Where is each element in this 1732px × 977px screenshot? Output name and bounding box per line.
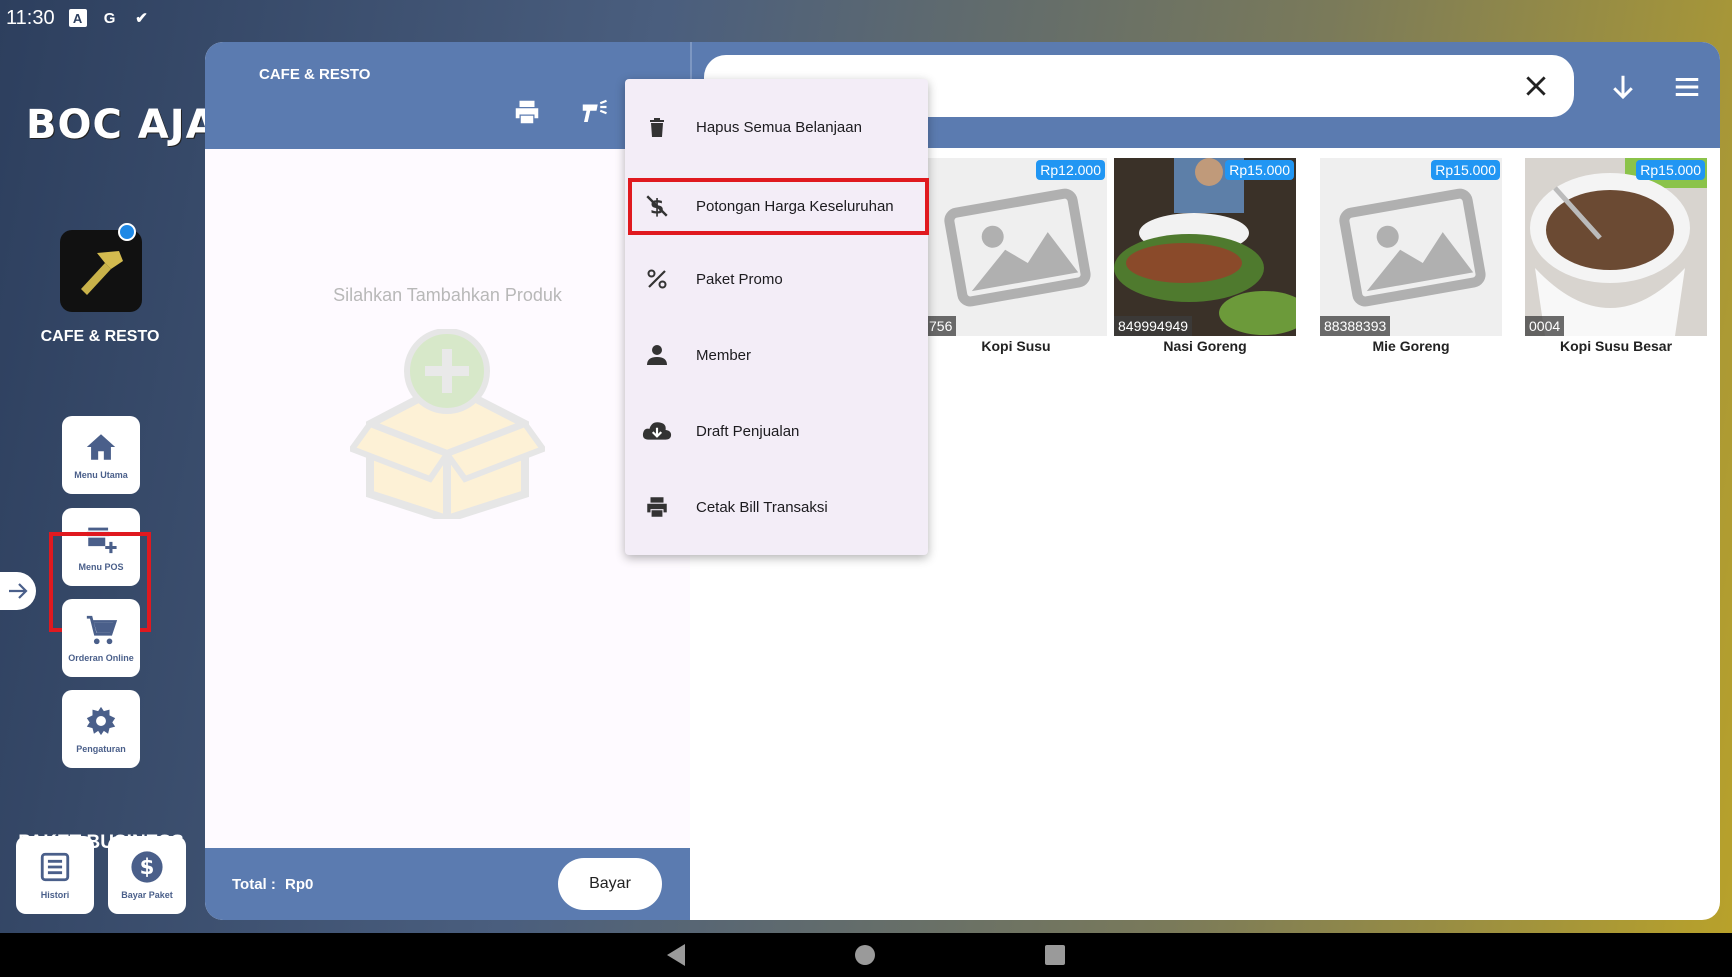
menu-item-hapus-semua-belanjaan[interactable]: Hapus Semua Belanjaan (625, 97, 928, 157)
menu-item-label: Hapus Semua Belanjaan (696, 118, 862, 136)
recent-apps-icon[interactable] (1045, 945, 1065, 965)
arrow-right-icon (9, 583, 28, 599)
product-code: 88388393 (1320, 316, 1391, 336)
arrow-down-icon[interactable] (1608, 72, 1638, 102)
sidebar-item-label: Bayar Paket (121, 890, 173, 900)
store-avatar[interactable] (60, 230, 142, 312)
product-name: Nasi Goreng (1163, 338, 1247, 354)
product-card[interactable]: Rp15.000 88388393 Mie Goreng (1320, 158, 1502, 354)
status-time: 11:30 (6, 6, 55, 29)
close-icon[interactable] (1523, 73, 1549, 99)
a-icon: A (68, 9, 87, 27)
food-photo-nasi-goreng (1114, 158, 1296, 336)
product-code: 849994949 (1114, 316, 1193, 336)
product-price: Rp15.000 (1431, 160, 1500, 180)
product-name: Kopi Susu Besar (1559, 338, 1673, 354)
sidebar-item-menu-utama[interactable]: Menu Utama (62, 416, 140, 494)
check-icon: ✔ (135, 10, 148, 27)
product-thumbnail: Rp15.000 0004 (1525, 158, 1707, 336)
cart-footer: Total : Rp0 Bayar (205, 848, 690, 920)
printer-icon[interactable] (512, 97, 542, 127)
dollar-icon: $ (131, 851, 163, 883)
product-card[interactable]: Rp15.000 849994949 Nasi Goreng (1114, 158, 1296, 354)
sidebar-item-pengaturan[interactable]: Pengaturan (62, 690, 140, 768)
menu-item-label: Draft Penjualan (696, 422, 800, 440)
gear-icon (86, 706, 116, 736)
product-card[interactable]: Rp15.000 0004 Kopi Susu Besar (1525, 158, 1707, 354)
product-code: 756 (925, 316, 957, 336)
product-card[interactable]: Rp12.000 756 Kopi Susu (925, 158, 1107, 354)
image-placeholder-icon (1320, 158, 1502, 336)
sidebar-item-label: Pengaturan (76, 744, 126, 754)
menu-item-label: Cetak Bill Transaksi (696, 498, 828, 516)
system-navigation-bar (0, 933, 1732, 977)
expand-arrow-button[interactable] (0, 572, 36, 610)
image-placeholder-icon (925, 158, 1107, 336)
google-icon: G (103, 9, 116, 27)
cart-header: CAFE & RESTO (205, 42, 690, 149)
sidebar-item-label: Menu Utama (74, 470, 128, 480)
empty-cart-text: Silahkan Tambahkan Produk (333, 285, 562, 305)
cloud-download-icon (642, 422, 672, 440)
highlight-box-potongan-harga (628, 178, 929, 235)
main-card: CAFE & RESTO Silahkan Tambahkan Produk T… (205, 42, 1720, 920)
product-thumbnail: Rp12.000 756 (925, 158, 1107, 336)
hamburger-menu-icon[interactable] (1672, 72, 1702, 102)
sidebar-item-histori[interactable]: Histori (16, 836, 94, 914)
menu-item-paket-promo[interactable]: Paket Promo (625, 249, 928, 309)
barcode-scanner-icon[interactable] (579, 97, 609, 127)
sidebar: BOC AJA CAFE & RESTO Menu Utama Menu POS… (0, 36, 218, 933)
svg-text:$: $ (140, 855, 155, 880)
status-bar: 11:30 A G ✔ (0, 0, 1732, 36)
menu-item-draft-penjualan[interactable]: Draft Penjualan (625, 401, 928, 461)
percent-icon (647, 269, 667, 289)
home-icon (86, 434, 116, 460)
product-price: Rp12.000 (1036, 160, 1105, 180)
menu-item-label: Paket Promo (696, 270, 783, 288)
menu-item-member[interactable]: Member (625, 325, 928, 385)
sidebar-item-label: Orderan Online (68, 653, 134, 663)
add-product-box-icon (350, 329, 545, 519)
product-code: 0004 (1525, 316, 1565, 336)
printer-icon (647, 497, 667, 517)
product-thumbnail: Rp15.000 88388393 (1320, 158, 1502, 336)
options-dropdown-menu: Hapus Semua Belanjaan $ Potongan Harga K… (625, 79, 929, 555)
cart-body: Silahkan Tambahkan Produk (205, 149, 690, 848)
sidebar-item-orderan-online[interactable]: Orderan Online (62, 599, 140, 677)
sidebar-item-label: Histori (40, 890, 70, 900)
cart-icon (86, 615, 118, 645)
product-name: Kopi Susu (981, 338, 1051, 354)
product-name: Mie Goreng (1372, 338, 1450, 354)
food-photo-kopi-susu (1525, 158, 1707, 336)
total-value: Rp0 (285, 876, 314, 893)
pay-button[interactable]: Bayar (558, 858, 662, 910)
home-nav-icon[interactable] (855, 945, 875, 965)
product-price: Rp15.000 (1636, 160, 1705, 180)
notification-dot (118, 223, 136, 241)
total-label: Total : (232, 876, 276, 893)
store-name: CAFE & RESTO (40, 328, 160, 345)
hammer-icon (81, 251, 123, 295)
trash-icon (650, 118, 664, 137)
list-icon (40, 852, 70, 882)
cart-title: CAFE & RESTO (259, 66, 371, 83)
product-price: Rp15.000 (1225, 160, 1294, 180)
person-icon (647, 345, 667, 365)
sidebar-item-bayar-paket[interactable]: $ Bayar Paket (108, 836, 186, 914)
menu-item-cetak-bill-transaksi[interactable]: Cetak Bill Transaksi (625, 477, 928, 537)
app-logo: BOC AJA (26, 102, 218, 148)
menu-item-label: Member (696, 346, 752, 364)
product-thumbnail: Rp15.000 849994949 (1114, 158, 1296, 336)
back-icon[interactable] (667, 944, 685, 966)
